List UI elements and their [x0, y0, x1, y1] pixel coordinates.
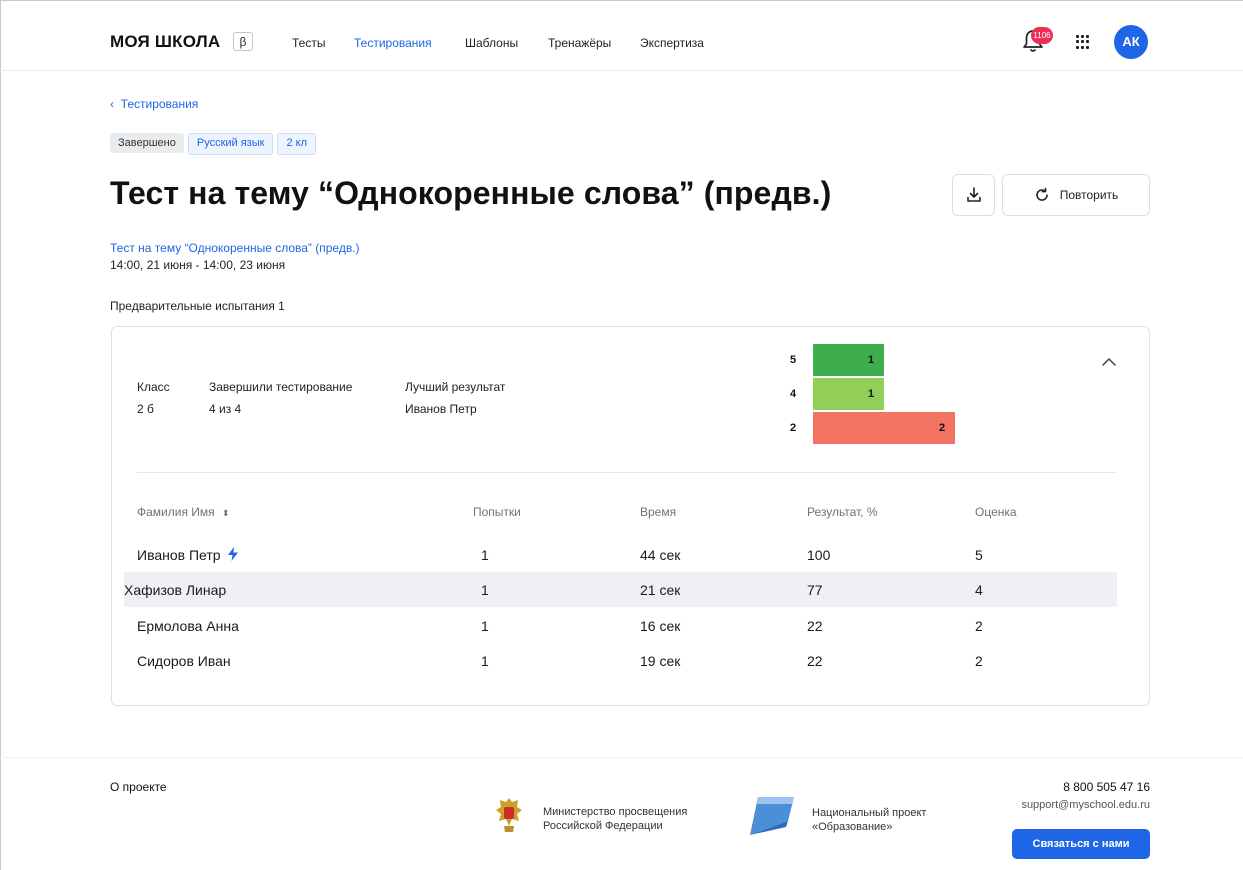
student-name: Ермолова Анна: [137, 618, 239, 634]
page-title: Тест на тему “Однокоренные слова” (предв…: [110, 175, 832, 211]
student-name: Иванов Петр: [137, 547, 239, 563]
chart-grade-label: 4: [790, 388, 797, 400]
time-cell: 19 сек: [640, 653, 681, 669]
class-label: Класс: [137, 380, 170, 394]
result-cell: 100: [807, 547, 831, 563]
beta-badge: β: [233, 32, 253, 51]
best-result-value: Иванов Петр: [405, 402, 477, 416]
nav-templates[interactable]: Шаблоны: [465, 36, 518, 50]
national-project-logo-icon: [750, 797, 794, 835]
chart-grade-label: 2: [790, 422, 797, 434]
result-cell: 22: [807, 618, 823, 634]
lightning-icon: [228, 547, 239, 561]
attempts-cell: 1: [481, 653, 489, 669]
student-name: Сидоров Иван: [137, 653, 231, 669]
date-range: 14:00, 21 июня - 14:00, 23 июня: [110, 258, 286, 272]
grade-cell: 5: [975, 547, 983, 563]
tag-list: Завершено Русский язык 2 кл: [110, 133, 316, 155]
time-cell: 44 сек: [640, 547, 681, 563]
completed-label: Завершили тестирование: [209, 380, 353, 394]
column-header-name-label: Фамилия Имя: [137, 505, 215, 519]
breadcrumb-back-link[interactable]: ‹ Тестирования: [110, 97, 198, 111]
column-header-result: Результат, %: [807, 505, 878, 519]
section-label: Предварительные испытания 1: [110, 299, 285, 313]
chart-bar-value-label: 1: [868, 354, 875, 366]
notification-count-badge: 1106: [1031, 27, 1053, 44]
completed-value: 4 из 4: [209, 402, 242, 416]
project-line-1: Национальный проект: [812, 807, 927, 819]
user-avatar[interactable]: АК: [1114, 25, 1148, 59]
grade-distribution-chart: 5 1 4 1 2 2: [790, 344, 970, 450]
footer-divider: [0, 757, 1243, 758]
support-phone[interactable]: 8 800 505 47 16: [1063, 780, 1150, 794]
about-link[interactable]: О проекте: [110, 780, 167, 794]
student-name-text: Иванов Петр: [137, 547, 221, 563]
chart-bar: [813, 412, 955, 444]
chart-bar-value-label: 1: [868, 388, 875, 400]
column-header-name[interactable]: Фамилия Имя ⬍: [137, 505, 230, 519]
nav-expertise[interactable]: Экспертиза: [640, 36, 704, 50]
card-divider: [137, 472, 1117, 473]
grade-cell: 4: [975, 582, 983, 598]
project-line-2: «Образование»: [812, 821, 893, 833]
table-row[interactable]: Ермолова Анна 1 16 сек 22 2: [124, 608, 1117, 643]
apps-grid-icon[interactable]: [1076, 35, 1090, 49]
contact-us-button[interactable]: Связаться с нами: [1012, 829, 1150, 859]
grade-tag: 2 кл: [277, 133, 316, 155]
site-logo[interactable]: МОЯ ШКОЛА: [110, 32, 220, 52]
best-result-label: Лучший результат: [405, 380, 506, 394]
national-project-name: Национальный проект «Образование»: [812, 806, 926, 834]
time-cell: 21 сек: [640, 582, 681, 598]
refresh-icon: [1035, 187, 1048, 201]
table-row[interactable]: Иванов Петр 1 44 сек 100 5: [124, 537, 1117, 572]
subject-tag: Русский язык: [187, 133, 274, 155]
attempts-cell: 1: [481, 547, 489, 563]
download-icon: [966, 187, 981, 202]
repeat-button-label: Повторить: [1059, 188, 1119, 202]
column-header-time: Время: [640, 505, 677, 519]
download-button[interactable]: [952, 174, 995, 216]
chevron-up-icon[interactable]: [1101, 357, 1117, 367]
ministry-line-2: Российской Федерации: [543, 820, 663, 832]
class-value: 2 б: [137, 402, 154, 416]
column-header-grade: Оценка: [975, 505, 1017, 519]
window-left-edge: [0, 0, 8, 870]
time-cell: 16 сек: [640, 618, 681, 634]
nav-tests[interactable]: Тесты: [292, 36, 325, 50]
chevron-left-icon: ‹: [110, 97, 114, 111]
grade-cell: 2: [975, 653, 983, 669]
student-name: Хафизов Линар: [124, 582, 227, 598]
table-row[interactable]: Сидоров Иван 1 19 сек 22 2: [124, 643, 1117, 678]
nav-trainers[interactable]: Тренажёры: [548, 36, 611, 50]
status-badge: Завершено: [110, 133, 184, 153]
test-link[interactable]: Тест на тему “Однокоренные слова” (предв…: [110, 241, 360, 255]
column-header-attempts: Попытки: [473, 505, 521, 519]
table-row[interactable]: Хафизов Линар 1 21 сек 77 4: [124, 572, 1117, 607]
ministry-name: Министерство просвещения Российской Феде…: [543, 805, 687, 833]
result-cell: 22: [807, 653, 823, 669]
attempts-cell: 1: [481, 582, 489, 598]
sort-icon[interactable]: ⬍: [222, 508, 230, 518]
grade-cell: 2: [975, 618, 983, 634]
top-header: МОЯ ШКОЛА β Тесты Тестирования Шаблоны Т…: [0, 0, 1243, 71]
attempts-cell: 1: [481, 618, 489, 634]
repeat-button[interactable]: Повторить: [1002, 174, 1150, 216]
chart-bar-value-label: 2: [939, 422, 946, 434]
breadcrumb-label: Тестирования: [120, 97, 199, 111]
result-cell: 77: [807, 582, 823, 598]
support-email[interactable]: support@myschool.edu.ru: [1021, 799, 1150, 811]
ministry-emblem-icon: [496, 798, 522, 832]
nav-testings[interactable]: Тестирования: [354, 36, 432, 50]
ministry-line-1: Министерство просвещения: [543, 806, 688, 818]
chart-grade-label: 5: [790, 354, 797, 366]
